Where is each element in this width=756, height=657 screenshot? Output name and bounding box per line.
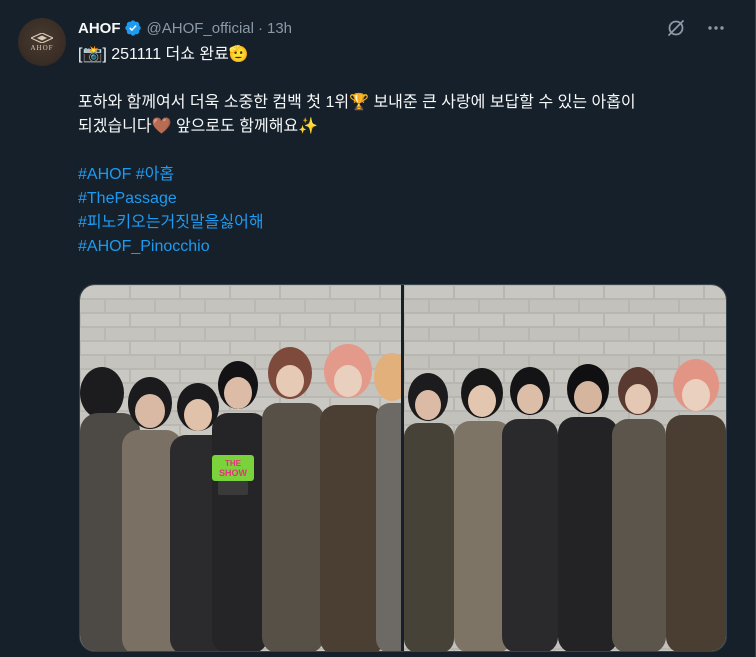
tweet-line-2: 포하와 함께여서 더욱 소중한 컴백 첫 1위🏆 보내준 큰 사랑에 보답할 수…	[78, 94, 636, 111]
hashtag-pinocchio-korean[interactable]: #피노키오는거짓말을싫어해	[78, 214, 264, 231]
photo-2[interactable]	[404, 285, 726, 651]
photo-1[interactable]: THE SHOW	[80, 285, 401, 651]
tweet[interactable]: AHOF AHOF @AHOF_official · 13h [📸] 25111…	[0, 0, 756, 657]
tweet-text: [📸] 251111 더쇼 완료🫡 포하와 함께여서 더욱 소중한 컴백 첫 1…	[78, 43, 738, 259]
top-actions	[665, 17, 727, 39]
trophy-icon: THE SHOW	[212, 455, 254, 495]
avatar[interactable]: AHOF	[18, 18, 66, 66]
tweet-line-1: [📸] 251111 더쇼 완료🫡	[78, 46, 249, 63]
hashtag-ahof-pinocchio[interactable]: #AHOF_Pinocchio	[78, 238, 210, 255]
grok-icon[interactable]	[665, 17, 687, 39]
hashtag-ahop-korean[interactable]: #아홉	[136, 166, 174, 183]
timestamp[interactable]: 13h	[267, 20, 292, 37]
svg-text:THE: THE	[225, 459, 242, 468]
avatar-label: AHOF	[30, 43, 54, 52]
display-name[interactable]: AHOF	[78, 20, 121, 37]
tweet-header: AHOF @AHOF_official · 13h	[78, 16, 292, 40]
svg-text:SHOW: SHOW	[219, 468, 248, 478]
hashtag-thepassage[interactable]: #ThePassage	[78, 190, 177, 207]
logo-mark-icon	[31, 32, 53, 43]
handle[interactable]: @AHOF_official	[147, 20, 254, 37]
tweet-line-3: 되겠습니다🤎 앞으로도 함께해요✨	[78, 118, 319, 135]
verified-badge-icon[interactable]	[124, 19, 142, 37]
media-grid: THE SHOW	[79, 284, 727, 652]
separator-dot: ·	[257, 19, 263, 37]
more-options-icon[interactable]	[705, 17, 727, 39]
hashtag-ahof[interactable]: #AHOF	[78, 166, 131, 183]
